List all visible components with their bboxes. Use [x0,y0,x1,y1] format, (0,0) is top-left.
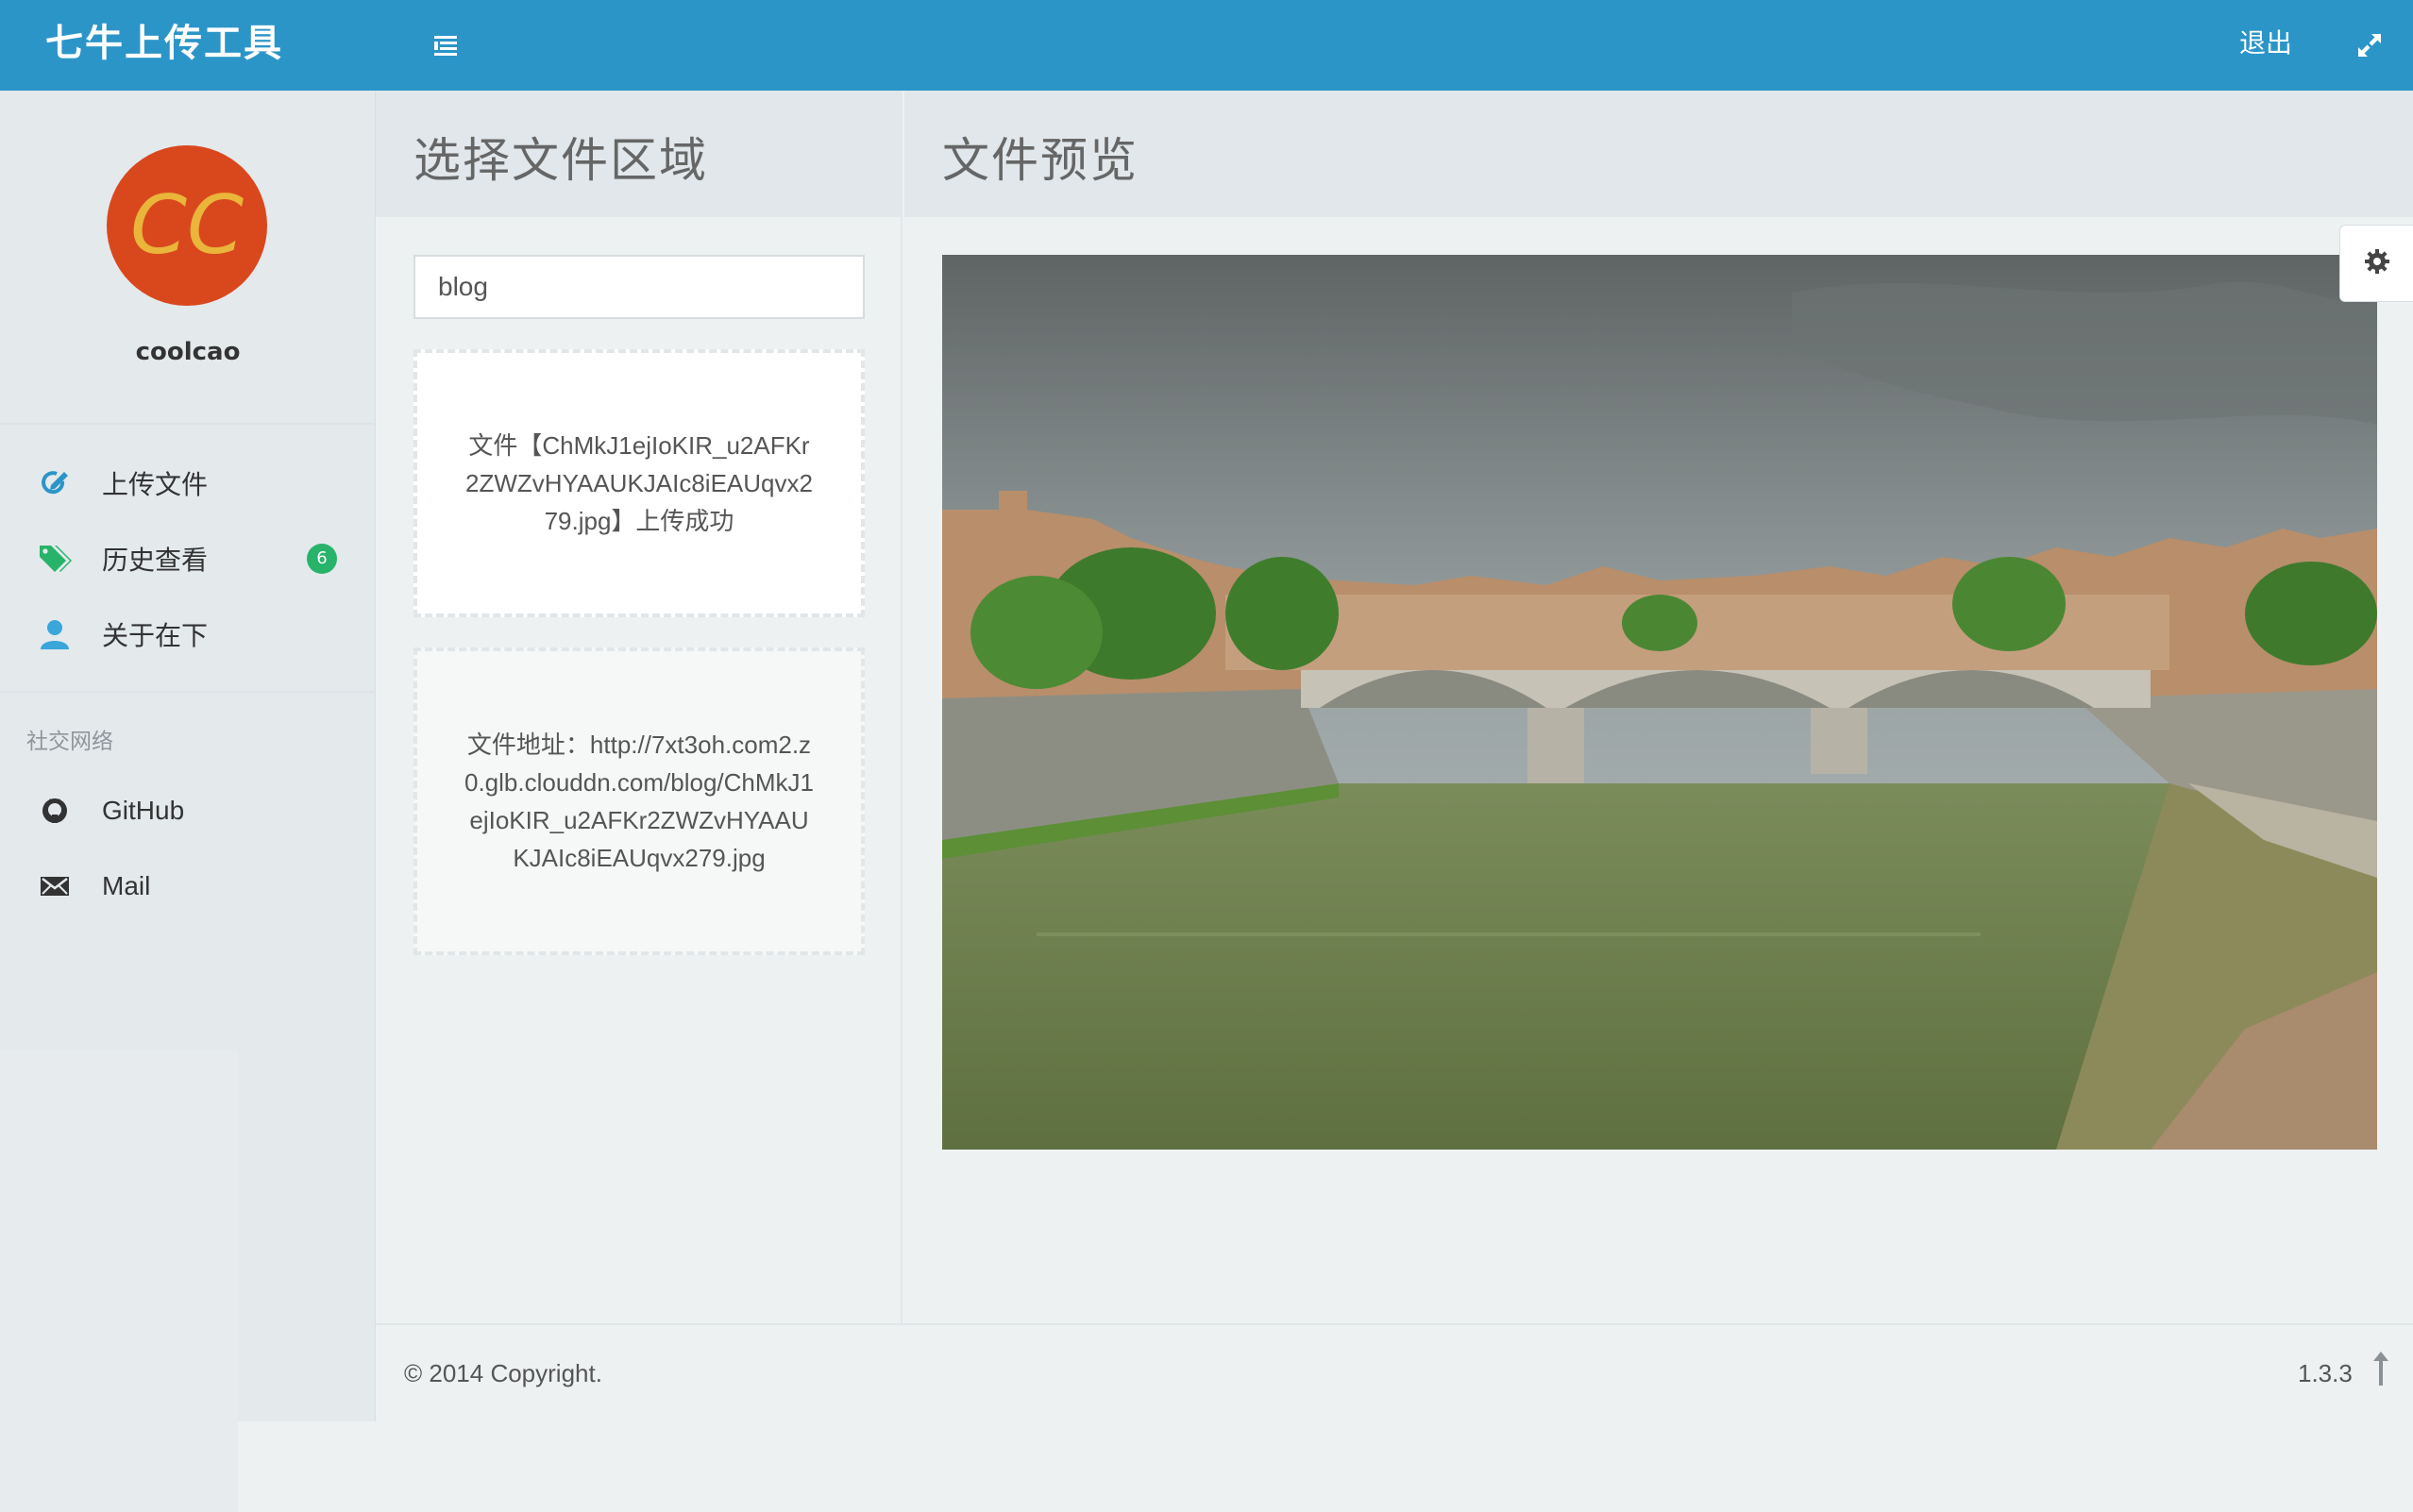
sidebar-item-history[interactable]: 历史查看 6 [0,521,376,596]
list-icon[interactable] [427,26,464,64]
count-badge: 6 [307,544,337,574]
prefix-input[interactable]: blog [413,255,865,319]
sidebar-footer-area [0,1050,238,1512]
edit-icon [38,466,72,500]
sidebar-divider [0,423,376,425]
preview-image[interactable] [942,255,2377,1150]
sidebar-item-label: Mail [102,871,151,900]
top-bar: 七牛上传工具 退出 [0,0,2413,91]
panel-header: 选择文件区域 [376,91,901,217]
sidebar-item-label: 历史查看 [102,545,209,576]
app-title[interactable]: 七牛上传工具 [45,0,283,91]
sidebar-item-about[interactable]: 关于在下 [0,596,376,672]
file-url-box[interactable]: 文件地址：http://7xt3oh.com2.z0.glb.clouddn.c… [413,647,865,955]
sidebar-item-github[interactable]: GitHub [0,773,376,848]
file-url-text: 文件地址：http://7xt3oh.com2.z0.glb.clouddn.c… [464,731,814,872]
panel-title: 选择文件区域 [413,133,708,188]
settings-button[interactable] [2339,225,2413,302]
sidebar-item-upload[interactable]: 上传文件 [0,445,376,521]
upload-dropzone[interactable]: 文件【ChMkJ1ejIoKIR_u2AFKr2ZWZvHYAAUKJAIc8i… [413,349,865,617]
upload-panel: 选择文件区域 blog 文件【ChMkJ1ejIoKIR_u2AFKr2ZWZv… [376,91,903,1323]
preview-panel: 文件预览 [904,91,2413,1323]
upload-status-text: 文件【ChMkJ1ejIoKIR_u2AFKr2ZWZvHYAAUKJAIc8i… [465,431,813,535]
github-icon [38,794,72,828]
footer: © 2014 Copyright. 1.3.3 [376,1323,2413,1421]
panel-header: 文件预览 [904,91,2413,217]
avatar[interactable]: CC [107,145,267,306]
sidebar-item-label: GitHub [102,796,185,825]
sidebar-divider [0,691,376,693]
version-text: 1.3.3 [2298,1359,2353,1387]
logout-button[interactable]: 退出 [2239,0,2292,91]
copyright-text: © 2014 Copyright. [404,1359,602,1387]
panel-title: 文件预览 [942,133,1139,188]
username: coolcao [135,338,241,366]
arrow-up-icon[interactable] [2370,1350,2392,1387]
sidebar-item-label: 上传文件 [102,469,209,500]
tags-icon [38,542,72,576]
sidebar-item-mail[interactable]: Mail [0,848,376,924]
sidebar: CC coolcao 上传文件 历史查看 6 关于在下 社交网络 GitHub … [0,91,376,1512]
gear-icon [2363,247,2391,279]
expand-icon[interactable] [2351,26,2388,64]
envelope-icon [38,869,72,903]
section-title-social: 社交网络 [26,730,113,754]
sidebar-item-label: 关于在下 [102,620,209,651]
user-icon [38,617,72,651]
